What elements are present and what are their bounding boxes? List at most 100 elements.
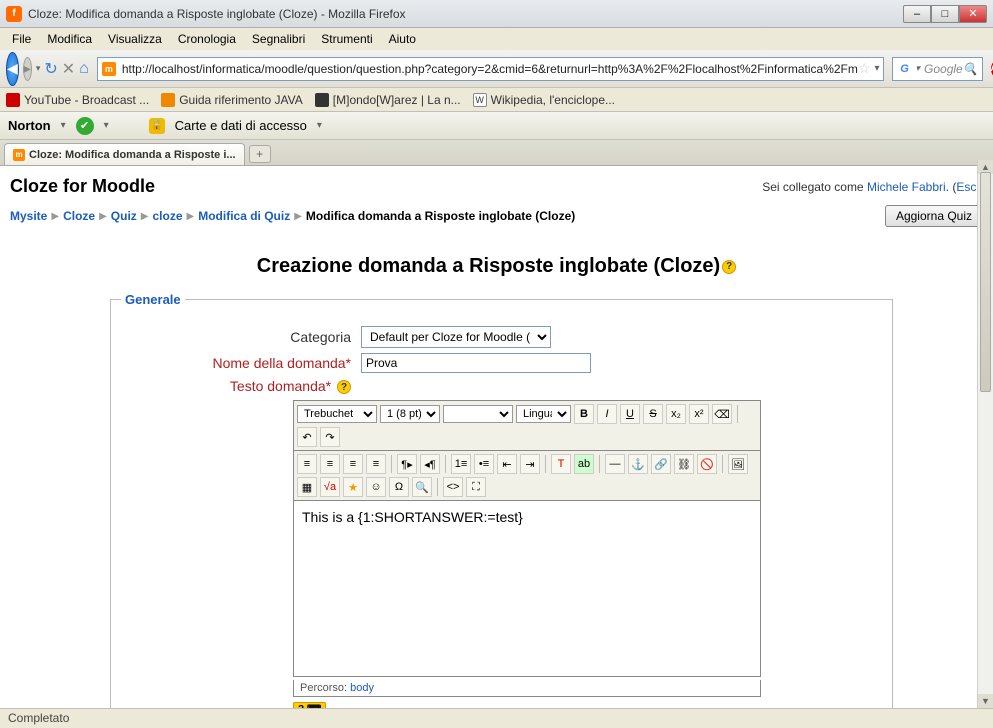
page-content: Cloze for Moodle Sei collegato come Mich… [0, 166, 993, 728]
minimize-button[interactable]: – [903, 5, 931, 23]
maximize-button[interactable]: □ [931, 5, 959, 23]
fullscreen-button[interactable]: ⛶ [466, 477, 486, 497]
redo-button[interactable]: ↷ [320, 427, 340, 447]
align-right-button[interactable]: ≡ [343, 454, 363, 474]
editor-toolbar-row2: ≡ ≡ ≡ ≡ ¶▸ ◂¶ 1≡ •≡ ⇤ ⇥ T ab — [293, 451, 761, 501]
editor-style-select[interactable] [443, 405, 513, 423]
menu-edit[interactable]: Modifica [39, 30, 100, 48]
breadcrumb: Mysite▶ Cloze▶ Quiz▶ cloze▶ Modifica di … [10, 209, 575, 223]
scroll-down-arrow[interactable]: ▼ [978, 694, 993, 708]
close-button[interactable]: ✕ [959, 5, 987, 23]
input-question-name[interactable] [361, 353, 591, 373]
rich-text-editor: Trebuchet 1 (8 pt) Lingua B I U S x₂ x² … [293, 400, 761, 717]
bookmark-wikipedia[interactable]: WWikipedia, l'enciclope... [473, 93, 615, 107]
form-heading: Creazione domanda a Risposte inglobate (… [10, 255, 983, 278]
norton-vault-menu[interactable]: Carte e dati di accesso [175, 118, 307, 133]
ol-button[interactable]: 1≡ [451, 454, 471, 474]
scroll-thumb[interactable] [980, 172, 991, 392]
star-button[interactable]: ★ [343, 477, 363, 497]
crumb-clozelower[interactable]: cloze [152, 209, 182, 223]
equation-button[interactable]: √a [320, 477, 340, 497]
tab-add-button[interactable]: + [249, 145, 271, 163]
image-button[interactable]: 🖼 [728, 454, 748, 474]
indent-button[interactable]: ⇥ [520, 454, 540, 474]
tab-active[interactable]: m Cloze: Modifica domanda a Risposte i..… [4, 143, 245, 165]
crumb-cloze[interactable]: Cloze [63, 209, 95, 223]
strike-button[interactable]: S [643, 404, 663, 424]
menu-view[interactable]: Visualizza [100, 30, 170, 48]
align-justify-button[interactable]: ≡ [366, 454, 386, 474]
menu-file[interactable]: File [4, 30, 39, 48]
label-question-text: Testo domanda* ? [121, 378, 361, 394]
italic-button[interactable]: I [597, 404, 617, 424]
html-button[interactable]: <> [443, 477, 463, 497]
crumb-modifica[interactable]: Modifica di Quiz [198, 209, 290, 223]
window-controls: – □ ✕ [903, 5, 987, 23]
bookmark-java[interactable]: Guida riferimento JAVA [161, 93, 303, 107]
underline-button[interactable]: U [620, 404, 640, 424]
search-go-icon[interactable]: 🔍 [963, 62, 978, 76]
align-left-button[interactable]: ≡ [297, 454, 317, 474]
sup-button[interactable]: x² [689, 404, 709, 424]
align-center-button[interactable]: ≡ [320, 454, 340, 474]
user-link[interactable]: Michele Fabbri [867, 180, 946, 194]
crumb-quiz[interactable]: Quiz [111, 209, 137, 223]
reload-button[interactable]: ↻ [44, 58, 57, 80]
ul-button[interactable]: •≡ [474, 454, 494, 474]
select-category[interactable]: Default per Cloze for Moodle (1) [361, 326, 551, 348]
youtube-icon [6, 93, 20, 107]
undo-button[interactable]: ↶ [297, 427, 317, 447]
textcolor-button[interactable]: T [551, 454, 571, 474]
forward-button[interactable]: ▸ [23, 57, 32, 81]
help-icon[interactable]: ? [722, 260, 736, 274]
menubar: File Modifica Visualizza Cronologia Segn… [0, 28, 993, 50]
clean-button[interactable]: ⌫ [712, 404, 732, 424]
editor-font-select[interactable]: Trebuchet [297, 405, 377, 423]
nolink-button[interactable]: 🚫 [697, 454, 717, 474]
bookmark-warez[interactable]: [M]ondo[W]arez | La n... [315, 93, 461, 107]
anchor-button[interactable]: ⚓ [628, 454, 648, 474]
menu-bookmarks[interactable]: Segnalibri [244, 30, 313, 48]
bgcolor-button[interactable]: ab [574, 454, 594, 474]
menu-help[interactable]: Aiuto [381, 30, 424, 48]
sub-button[interactable]: x₂ [666, 404, 686, 424]
back-button[interactable]: ◀ [6, 52, 19, 86]
find-button[interactable]: 🔍 [412, 477, 432, 497]
url-dropdown-icon[interactable]: ▾ [874, 63, 879, 74]
norton-lock-icon[interactable]: 🔒 [149, 118, 165, 134]
norton-brand[interactable]: Norton [8, 118, 51, 133]
editor-lang-select[interactable]: Lingua [516, 405, 571, 423]
vertical-scrollbar[interactable]: ▲ ▼ [977, 160, 993, 708]
search-box[interactable]: G ▾ Google 🔍 [892, 57, 982, 81]
outdent-button[interactable]: ⇤ [497, 454, 517, 474]
unlink-button[interactable]: ⛓ [674, 454, 694, 474]
editor-toolbar-row1: Trebuchet 1 (8 pt) Lingua B I U S x₂ x² … [293, 400, 761, 451]
page-title: Cloze for Moodle [10, 176, 155, 197]
tab-favicon: m [13, 149, 25, 161]
hr-button[interactable]: — [605, 454, 625, 474]
bookmark-youtube[interactable]: YouTube - Broadcast ... [6, 93, 149, 107]
window-titlebar: f Cloze: Modifica domanda a Risposte ing… [0, 0, 993, 28]
update-quiz-button[interactable]: Aggiorna Quiz [885, 205, 983, 227]
help-icon[interactable]: ? [337, 380, 351, 394]
stop-button[interactable]: ✕ [62, 58, 75, 80]
editor-path-body[interactable]: body [350, 682, 374, 694]
logout-link[interactable]: Esci [956, 180, 979, 194]
home-button[interactable]: ⌂ [79, 58, 89, 80]
editor-size-select[interactable]: 1 (8 pt) [380, 405, 440, 423]
specialchar-button[interactable]: Ω [389, 477, 409, 497]
ltr-button[interactable]: ¶▸ [397, 454, 417, 474]
emoticon-button[interactable]: ☺ [366, 477, 386, 497]
bold-button[interactable]: B [574, 404, 594, 424]
menu-history[interactable]: Cronologia [170, 30, 244, 48]
rtl-button[interactable]: ◂¶ [420, 454, 440, 474]
editor-path: Percorso: body [293, 680, 761, 697]
table-button[interactable]: ▦ [297, 477, 317, 497]
editor-textarea[interactable] [293, 501, 761, 677]
norton-check-icon[interactable]: ✔ [76, 117, 94, 135]
crumb-mysite[interactable]: Mysite [10, 209, 47, 223]
menu-tools[interactable]: Strumenti [313, 30, 380, 48]
bookmark-star-icon[interactable]: ☆ [858, 60, 871, 77]
link-button[interactable]: 🔗 [651, 454, 671, 474]
url-bar[interactable]: m http://localhost/informatica/moodle/qu… [97, 57, 885, 81]
